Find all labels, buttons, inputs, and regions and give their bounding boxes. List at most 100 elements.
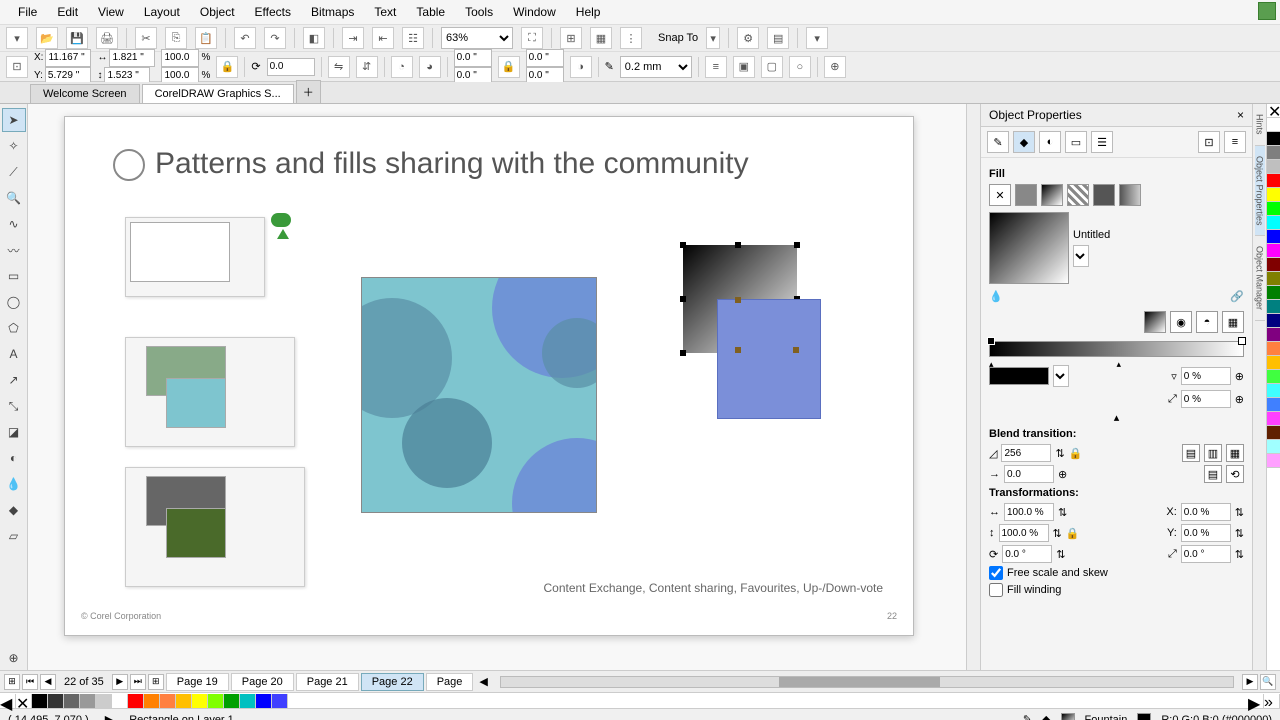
gradient-bar[interactable] (989, 341, 1244, 357)
fill-winding-checkbox[interactable] (989, 583, 1003, 597)
color-swatch[interactable] (1267, 440, 1280, 454)
node-position-input[interactable] (1181, 390, 1231, 408)
color-swatch[interactable] (1267, 174, 1280, 188)
to-back-button[interactable]: ▢ (761, 56, 783, 78)
accel-input[interactable] (1004, 465, 1054, 483)
trans-x-input[interactable] (1181, 503, 1231, 521)
hints-docker-tab[interactable]: Hints (1255, 104, 1265, 146)
rectangle-tool[interactable]: ▭ (2, 264, 26, 288)
collapse-toggle[interactable]: ▴ (989, 411, 1244, 424)
outline-width-select[interactable]: 0.2 mm (620, 56, 692, 78)
color-swatch[interactable] (1267, 230, 1280, 244)
copy-button[interactable]: ⎘ (165, 27, 187, 49)
corner-scallop-button[interactable]: ◕ (419, 56, 441, 78)
blend-ccw-button[interactable]: ▦ (1226, 444, 1244, 462)
page-tab-scroll[interactable]: ◀ (475, 675, 491, 688)
repeat-button[interactable]: ⟲ (1226, 465, 1244, 483)
zoom-tool[interactable]: 🔍 (2, 186, 26, 210)
color-swatch[interactable] (1267, 216, 1280, 230)
page-tab-20[interactable]: Page 20 (231, 673, 294, 691)
drawing-page[interactable]: Patterns and fills sharing with the comm… (64, 116, 914, 636)
fill-preset-dropdown[interactable] (1073, 245, 1089, 267)
save-button[interactable]: 💾 (66, 27, 88, 49)
new-doc-button[interactable]: ▾ (6, 27, 28, 49)
gradient-stop-end[interactable] (1238, 337, 1246, 345)
free-scale-checkbox[interactable] (989, 566, 1003, 580)
corner-lock-button[interactable]: 🔒 (498, 56, 520, 78)
color-swatch[interactable] (1267, 244, 1280, 258)
menu-edit[interactable]: Edit (47, 5, 88, 19)
canvas-area[interactable]: Patterns and fills sharing with the comm… (28, 104, 980, 670)
prev-page-button[interactable]: ◀ (40, 674, 56, 690)
fountain-fill-button[interactable] (1041, 184, 1063, 206)
color-swatch[interactable] (1267, 188, 1280, 202)
transparency-tab[interactable]: ◐ (1039, 131, 1061, 153)
color-swatch[interactable] (176, 694, 192, 708)
eyedropper-fill-icon[interactable]: 💧 (989, 290, 1003, 303)
convert-curves-button[interactable]: ○ (789, 56, 811, 78)
cut-button[interactable]: ✂ (135, 27, 157, 49)
transparency-tool[interactable]: ◐ (2, 446, 26, 470)
pick-origin-button[interactable]: ⊡ (6, 56, 28, 78)
lock-steps-icon[interactable]: 🔒 (1069, 447, 1083, 460)
accel-stepper[interactable]: ⊕ (1058, 468, 1067, 481)
color-swatch[interactable] (48, 694, 64, 708)
menu-view[interactable]: View (88, 5, 134, 19)
menu-effects[interactable]: Effects (245, 5, 301, 19)
color-swatch[interactable] (224, 694, 240, 708)
uniform-fill-button[interactable] (1015, 184, 1037, 206)
menu-bitmaps[interactable]: Bitmaps (301, 5, 364, 19)
elliptical-type-button[interactable]: ◉ (1170, 311, 1192, 333)
options-button[interactable]: ⚙ (737, 27, 759, 49)
obj-w-input[interactable] (109, 49, 155, 67)
object-properties-docker-tab[interactable]: Object Properties (1255, 146, 1265, 237)
color-swatch[interactable] (160, 694, 176, 708)
menu-layout[interactable]: Layout (134, 5, 190, 19)
horizontal-scrollbar[interactable] (500, 676, 1234, 688)
freehand-tool[interactable]: ∿ (2, 212, 26, 236)
color-swatch[interactable] (96, 694, 112, 708)
drop-shadow-tool[interactable]: ◪ (2, 420, 26, 444)
object-manager-docker-tab[interactable]: Object Manager (1255, 236, 1265, 321)
color-swatch[interactable] (1267, 342, 1280, 356)
menu-tools[interactable]: Tools (455, 5, 503, 19)
blend-default-button[interactable]: ▤ (1182, 444, 1200, 462)
color-swatch[interactable] (1267, 160, 1280, 174)
mirror-repeat-button[interactable]: ▤ (1204, 465, 1222, 483)
color-swatch[interactable] (1267, 370, 1280, 384)
show-rulers-button[interactable]: ⊞ (560, 27, 582, 49)
export-button[interactable]: ⇤ (372, 27, 394, 49)
bitmap-fill-button[interactable] (1093, 184, 1115, 206)
color-swatch[interactable] (1267, 426, 1280, 440)
show-grid-button[interactable]: ▦ (590, 27, 612, 49)
no-fill-button[interactable]: ✕ (989, 184, 1011, 206)
page-tab-generic[interactable]: Page (426, 673, 474, 691)
page-tab-19[interactable]: Page 19 (166, 673, 229, 691)
color-swatch[interactable] (1267, 412, 1280, 426)
opacity-stepper[interactable]: ⊕ (1235, 370, 1244, 383)
no-fill-swatch[interactable]: ✕ (16, 694, 32, 708)
menu-help[interactable]: Help (566, 5, 611, 19)
mirror-h-button[interactable]: ⇋ (328, 56, 350, 78)
pick-tool[interactable]: ➤ (2, 108, 26, 132)
snap-dropdown[interactable]: ▾ (706, 27, 720, 49)
palette-scroll-left[interactable]: ◀ (0, 694, 16, 708)
color-swatch[interactable] (1267, 454, 1280, 468)
parallel-dim-tool[interactable]: ↗ (2, 368, 26, 392)
color-swatch[interactable] (80, 694, 96, 708)
color-swatch[interactable] (192, 694, 208, 708)
add-page-button[interactable]: ⊞ (4, 674, 20, 690)
obj-x-input[interactable] (45, 49, 91, 67)
position-stepper[interactable]: ⊕ (1235, 393, 1244, 406)
paragraph-tab[interactable]: ▭ (1065, 131, 1087, 153)
color-swatch[interactable] (32, 694, 48, 708)
blend-cw-button[interactable]: ▥ (1204, 444, 1222, 462)
color-swatch[interactable] (64, 694, 80, 708)
gradient-stop-start[interactable] (987, 337, 995, 345)
no-color-swatch[interactable]: ✕ (1267, 104, 1280, 118)
scroll-mode-button[interactable]: ≡ (1224, 131, 1246, 153)
last-page-button[interactable]: ⏭ (130, 674, 146, 690)
color-swatch[interactable] (1267, 132, 1280, 146)
panel-close-icon[interactable]: × (1237, 108, 1244, 122)
palette-menu-button[interactable]: » (1264, 694, 1280, 708)
